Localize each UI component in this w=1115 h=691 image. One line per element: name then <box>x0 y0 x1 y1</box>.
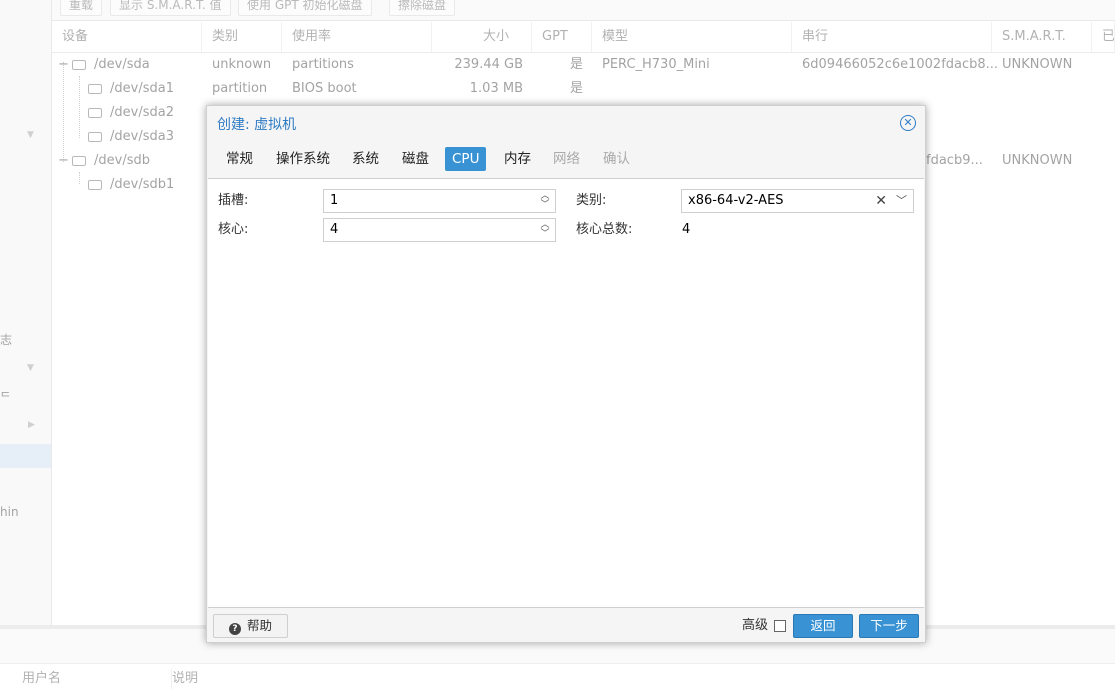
disk-toolbar: 重载 显示 S.M.A.R.T. 值 使用 GPT 初始化磁盘 擦除磁盘 <box>52 0 1115 21</box>
col-serial[interactable]: 串行 <box>792 22 992 52</box>
tab-general[interactable]: 常规 <box>219 147 260 171</box>
gpt-cell: 是 <box>570 57 584 72</box>
smart-cell: UNKNOWN <box>1002 153 1073 168</box>
serial-cell: fdacb9... <box>926 153 983 168</box>
chevron-down-icon: ▼ <box>27 363 34 373</box>
advanced-checkbox[interactable] <box>774 620 786 632</box>
usage-cell: BIOS boot <box>292 81 357 96</box>
device-cell: /dev/sdb1 <box>88 173 174 197</box>
tab-confirm: 确认 <box>603 151 630 167</box>
cores-label: 核心: <box>218 222 249 237</box>
help-button[interactable]: ? 帮助 <box>213 614 288 638</box>
wipe-disk-button[interactable]: 擦除磁盘 <box>389 0 456 16</box>
sockets-value: 1 <box>330 193 339 208</box>
cpu-type-select[interactable]: x86-64-v2-AES ✕ ﹀ <box>681 189 914 213</box>
reload-button[interactable]: 重载 <box>60 0 103 16</box>
cpu-type-value: x86-64-v2-AES <box>688 193 784 208</box>
disk-icon <box>72 59 86 70</box>
device-cell: /dev/sdb <box>72 149 150 173</box>
disk-icon <box>88 83 102 94</box>
collapse-icon[interactable]: − <box>58 53 69 77</box>
device-cell: /dev/sda3 <box>88 125 174 149</box>
nav-fragment[interactable]: ᄃ <box>0 388 11 405</box>
model-cell: PERC_H730_Mini <box>602 57 710 72</box>
tab-cpu[interactable]: CPU <box>445 147 487 171</box>
type-label: 类别: <box>576 193 607 208</box>
sockets-stepper[interactable]: 1 ︿ ﹀ <box>323 189 556 213</box>
close-icon[interactable]: ✕ <box>900 115 916 131</box>
spinner-icon[interactable]: ︿ ﹀ <box>540 221 550 239</box>
collapse-icon[interactable]: − <box>58 149 69 173</box>
col-username[interactable]: 用户名 <box>12 669 172 689</box>
disk-icon <box>88 179 102 190</box>
show-smart-button[interactable]: 显示 S.M.A.R.T. 值 <box>110 0 231 16</box>
col-mounted[interactable]: 已 <box>1092 22 1115 52</box>
tab-os[interactable]: 操作系统 <box>269 147 337 171</box>
grid-header: 设备 类别 使用率 大小 GPT 模型 串行 S.M.A.R.T. 已 <box>52 22 1115 53</box>
smart-cell: UNKNOWN <box>1002 57 1073 72</box>
init-gpt-button[interactable]: 使用 GPT 初始化磁盘 <box>238 0 372 16</box>
chevron-down-icon: ▼ <box>27 130 34 140</box>
advanced-label: 高级 <box>742 618 769 633</box>
sockets-label: 插槽: <box>218 193 249 208</box>
left-navigation: ▼ 志 ▼ ᄃ ▶ hin <box>0 0 52 625</box>
col-model[interactable]: 模型 <box>592 22 792 52</box>
serial-cell: 6d09466052c6e1002fdacb8... <box>802 57 999 72</box>
total-cores-label: 核心总数: <box>576 222 633 237</box>
table-row[interactable]: − /dev/sda unknown partitions 239.44 GB … <box>52 53 1115 77</box>
col-device[interactable]: 设备 <box>52 22 202 52</box>
back-button[interactable]: 返回 <box>793 614 853 638</box>
nav-fragment[interactable]: 志 <box>0 331 12 348</box>
col-size[interactable]: 大小 <box>432 22 532 52</box>
nav-fragment[interactable]: hin <box>0 505 19 519</box>
type-cell: partition <box>212 81 268 96</box>
col-description[interactable]: 说明 <box>162 669 372 689</box>
col-smart[interactable]: S.M.A.R.T. <box>992 22 1092 52</box>
next-button[interactable]: 下一步 <box>859 614 919 638</box>
cores-value: 4 <box>330 222 339 237</box>
col-type[interactable]: 类别 <box>202 22 282 52</box>
question-icon: ? <box>228 623 241 635</box>
tab-system[interactable]: 系统 <box>345 147 386 171</box>
tab-disks[interactable]: 磁盘 <box>395 147 436 171</box>
usage-cell: partitions <box>292 57 354 72</box>
disk-icon <box>72 155 86 166</box>
clear-icon[interactable]: ✕ <box>875 190 887 212</box>
cores-stepper[interactable]: 4 ︿ ﹀ <box>323 218 556 242</box>
spinner-icon[interactable]: ︿ ﹀ <box>540 192 550 210</box>
table-row[interactable]: /dev/sda1 partition BIOS boot 1.03 MB 是 <box>52 77 1115 101</box>
disk-icon <box>88 107 102 118</box>
col-usage[interactable]: 使用率 <box>282 22 432 52</box>
type-cell: unknown <box>212 57 272 72</box>
nav-selected-item[interactable] <box>0 444 51 468</box>
col-gpt[interactable]: GPT <box>532 22 592 52</box>
disk-icon <box>88 131 102 142</box>
tab-network: 网络 <box>553 151 580 167</box>
cpu-panel: 插槽: 1 ︿ ﹀ 核心: 4 ︿ ﹀ 类别: x86-64-v2-AES ✕ ﹀ … <box>208 178 924 608</box>
create-vm-dialog: 创建: 虚拟机 ✕ 常规 操作系统 系统 磁盘 CPU 内存 网络 确认 插槽:… <box>206 105 926 643</box>
dialog-title: 创建: 虚拟机 <box>217 117 297 133</box>
chevron-down-icon[interactable]: ﹀ <box>896 190 907 212</box>
device-cell: /dev/sda1 <box>88 77 174 101</box>
tab-memory[interactable]: 内存 <box>497 147 538 171</box>
size-cell: 239.44 GB <box>454 57 523 72</box>
device-cell: /dev/sda2 <box>88 101 174 125</box>
chevron-right-icon: ▶ <box>28 420 35 430</box>
device-cell: /dev/sda <box>72 53 150 77</box>
total-cores-value: 4 <box>682 222 691 237</box>
gpt-cell: 是 <box>570 81 584 96</box>
size-cell: 1.03 MB <box>469 81 523 96</box>
